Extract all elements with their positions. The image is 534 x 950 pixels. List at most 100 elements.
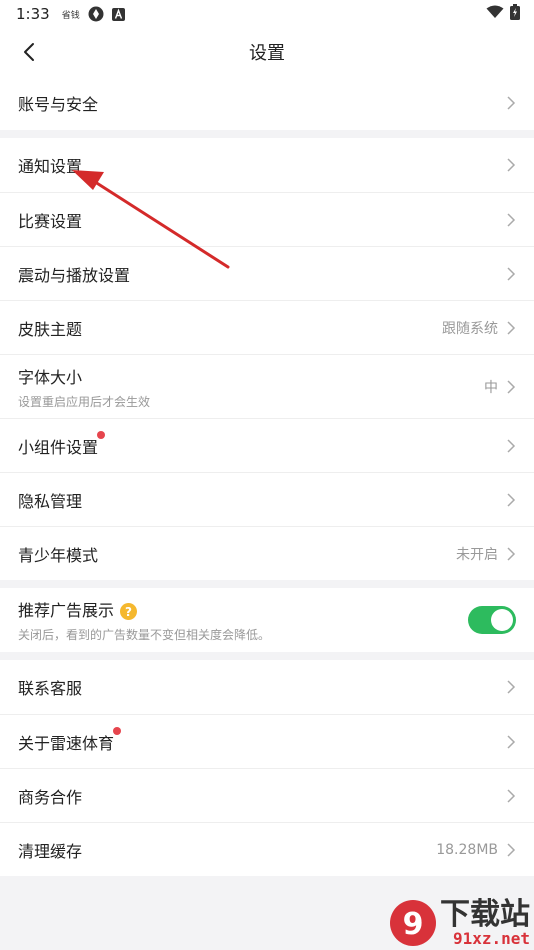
row-right — [506, 212, 516, 227]
settings-row-2-0[interactable]: 推荐广告展示? 关闭后，看到的广告数量不变但相关度会降低。 — [0, 588, 534, 652]
row-subtitle: 设置重启应用后才会生效 — [18, 394, 151, 409]
row-label: 震动与播放设置 — [18, 265, 131, 285]
a-notification-icon — [111, 7, 125, 21]
status-bar: 1:33 省钱 — [0, 0, 534, 28]
row-label: 通知设置 — [18, 157, 83, 176]
chevron-right-icon — [507, 96, 516, 110]
chevron-right-icon — [507, 680, 516, 694]
chevron-right-icon — [507, 734, 516, 749]
settings-row-0-0[interactable]: 账号与安全 — [0, 76, 534, 130]
watermark-logo-icon: 9 — [390, 900, 436, 946]
row-value: 中 — [484, 379, 498, 396]
row-right — [506, 96, 516, 110]
row-label: 账号与安全 — [18, 95, 99, 114]
page-title: 设置 — [249, 43, 285, 64]
row-right: 18.28MB — [436, 842, 516, 858]
group-divider — [0, 580, 534, 588]
group-divider — [0, 130, 534, 138]
row-label-wrap: 小组件设置 — [18, 430, 106, 458]
row-subtitle: 关闭后，看到的广告数量不变但相关度会降低。 — [18, 628, 271, 642]
watermark: 9 下载站 91xz.net — [388, 898, 530, 948]
chevron-right-icon — [507, 842, 516, 857]
settings-group: 账号与安全 — [0, 76, 534, 130]
settings-list: 账号与安全通知设置比赛设置震动与播放设置皮肤主题 跟随系统字体大小设置重启应用后才… — [0, 76, 534, 876]
row-label: 青少年模式 — [18, 545, 99, 565]
row-label: 清理缓存 — [18, 841, 83, 861]
row-right — [506, 734, 516, 749]
chevron-right-icon — [507, 438, 516, 453]
status-time: 1:33 — [16, 5, 50, 23]
row-label-wrap: 青少年模式 — [18, 542, 98, 566]
battery-icon — [510, 4, 520, 20]
chevron-right-icon — [507, 492, 516, 507]
row-label-wrap: 比赛设置 — [18, 208, 82, 232]
settings-row-1-0[interactable]: 通知设置 — [0, 138, 534, 192]
chevron-right-icon — [507, 546, 516, 561]
chevron-right-icon — [507, 158, 516, 172]
row-right — [506, 266, 516, 281]
row-right: 跟随系统 — [442, 318, 516, 338]
settings-row-3-1[interactable]: 关于雷速体育 — [0, 714, 534, 768]
row-value: 18.28MB — [436, 841, 498, 858]
settings-group: 推荐广告展示? 关闭后，看到的广告数量不变但相关度会降低。 — [0, 588, 534, 652]
notification-text-icon: 省钱 — [61, 10, 80, 21]
settings-row-1-1[interactable]: 比赛设置 — [0, 192, 534, 246]
settings-row-3-2[interactable]: 商务合作 — [0, 768, 534, 822]
row-label-wrap: 字体大小设置重启应用后才会生效 — [18, 364, 150, 410]
settings-row-1-3[interactable]: 皮肤主题 跟随系统 — [0, 300, 534, 354]
row-label-wrap: 隐私管理 — [18, 488, 82, 512]
settings-row-3-3[interactable]: 清理缓存 18.28MB — [0, 822, 534, 876]
settings-row-1-7[interactable]: 青少年模式 未开启 — [0, 526, 534, 580]
row-label-wrap: 联系客服 — [18, 675, 82, 699]
back-arrow-icon[interactable] — [18, 40, 42, 64]
chevron-right-icon — [507, 266, 516, 281]
settings-row-1-4[interactable]: 字体大小设置重启应用后才会生效 中 — [0, 354, 534, 418]
chevron-right-icon — [507, 788, 516, 803]
row-right — [506, 158, 516, 172]
row-right — [468, 606, 516, 634]
row-label: 商务合作 — [18, 787, 83, 807]
chevron-right-icon — [507, 379, 516, 394]
wifi-icon — [486, 5, 504, 18]
row-label-wrap: 震动与播放设置 — [18, 262, 130, 286]
row-label: 比赛设置 — [18, 211, 83, 231]
row-label: 关于雷速体育 — [18, 726, 122, 754]
row-label-wrap: 皮肤主题 — [18, 316, 82, 340]
row-right — [506, 788, 516, 803]
row-label: 隐私管理 — [18, 491, 83, 511]
row-label-wrap: 通知设置 — [18, 153, 82, 177]
group-divider — [0, 652, 534, 660]
svg-text:9: 9 — [403, 907, 424, 942]
app-notification-icon — [88, 6, 104, 22]
row-label: 小组件设置 — [18, 430, 106, 458]
settings-group: 通知设置比赛设置震动与播放设置皮肤主题 跟随系统字体大小设置重启应用后才会生效 中小… — [0, 138, 534, 580]
chevron-right-icon — [507, 212, 516, 227]
row-label-wrap: 关于雷速体育 — [18, 726, 122, 754]
row-label: 推荐广告展示 — [18, 601, 115, 620]
row-label-wrap: 账号与安全 — [18, 91, 98, 115]
row-label: 联系客服 — [18, 679, 83, 698]
row-right — [506, 438, 516, 453]
new-badge-dot — [97, 430, 106, 439]
watermark-main-text: 下载站 — [440, 897, 530, 932]
row-label: 字体大小 — [18, 367, 83, 387]
row-right: 未开启 — [456, 544, 516, 564]
help-icon[interactable]: ? — [120, 603, 138, 620]
settings-row-1-2[interactable]: 震动与播放设置 — [0, 246, 534, 300]
row-label-wrap: 商务合作 — [18, 784, 82, 808]
row-label-wrap: 清理缓存 — [18, 838, 82, 862]
new-badge-dot — [113, 726, 122, 735]
settings-row-1-5[interactable]: 小组件设置 — [0, 418, 534, 472]
row-value: 未开启 — [456, 546, 498, 563]
row-right — [506, 492, 516, 507]
row-label-wrap: 推荐广告展示? 关闭后，看到的广告数量不变但相关度会降低。 — [18, 597, 270, 643]
row-right — [506, 680, 516, 694]
settings-group: 联系客服关于雷速体育商务合作清理缓存 18.28MB — [0, 660, 534, 876]
row-value: 跟随系统 — [442, 320, 498, 337]
ad-toggle-switch[interactable] — [468, 606, 516, 634]
settings-row-3-0[interactable]: 联系客服 — [0, 660, 534, 714]
top-bar: 设置 — [0, 28, 534, 76]
watermark-url-text: 91xz.net — [452, 929, 530, 948]
settings-row-1-6[interactable]: 隐私管理 — [0, 472, 534, 526]
toggle-knob — [491, 609, 513, 631]
